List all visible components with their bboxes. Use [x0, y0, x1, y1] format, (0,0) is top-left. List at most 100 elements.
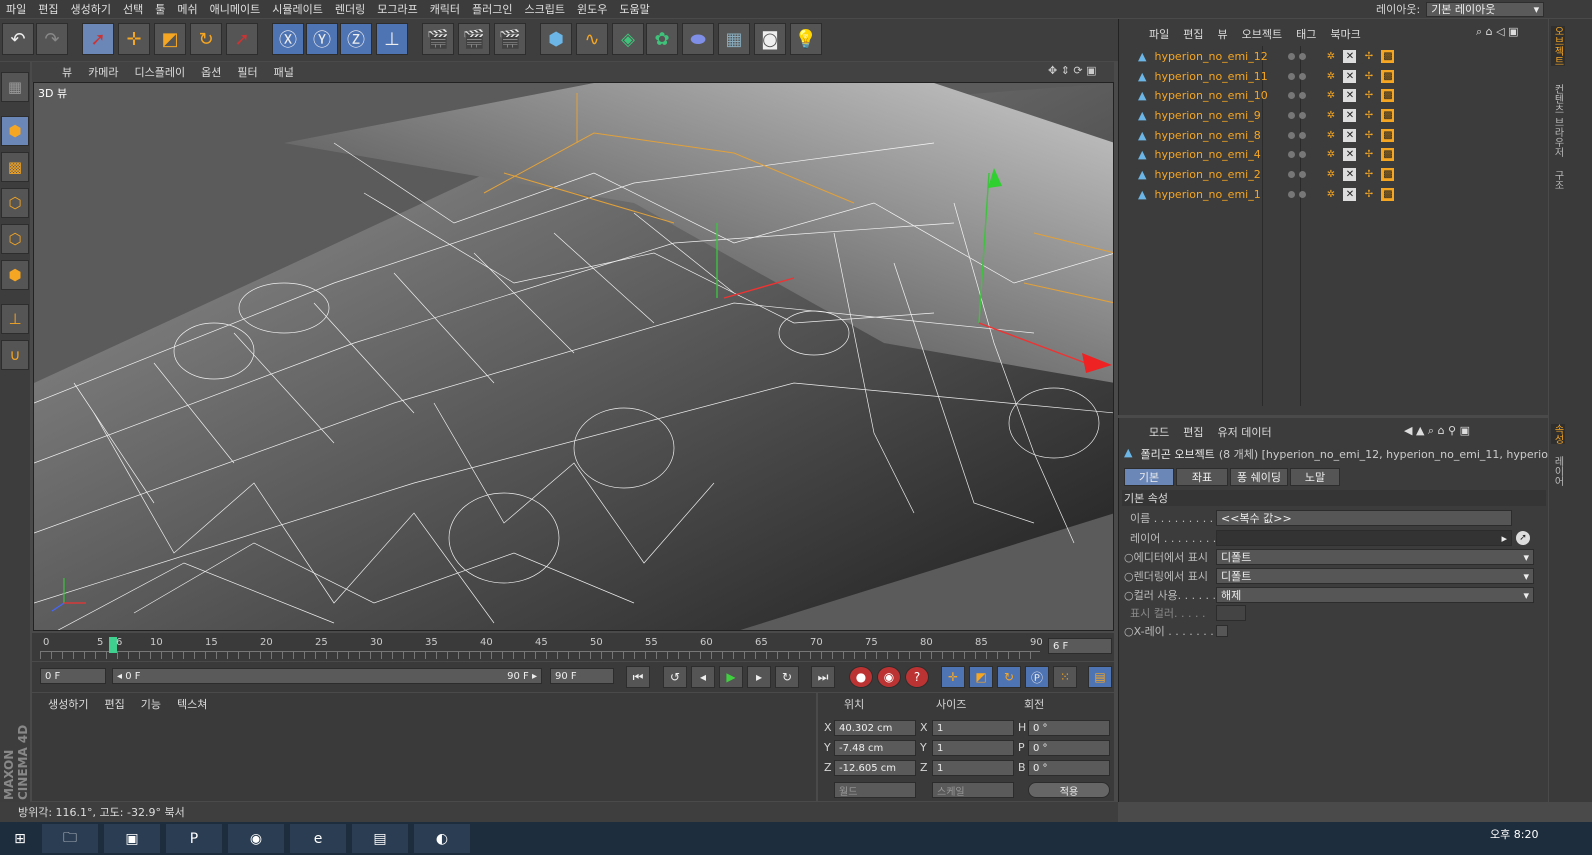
scale-tool-button[interactable]: ◩	[154, 23, 186, 55]
key-pla-button[interactable]: ⁙	[1053, 666, 1077, 688]
object-menu-file[interactable]: 파일	[1142, 26, 1176, 42]
visibility-dot[interactable]	[1288, 112, 1296, 119]
recent-tool-button[interactable]: ➚	[226, 23, 258, 55]
texture-tag-icon[interactable]: ▩	[1381, 70, 1395, 83]
menu-mograph[interactable]: 모그라프	[371, 1, 423, 17]
object-row[interactable]: ▲ hyperion_no_emi_1 ✲ ✕ ✢ ▩	[1124, 185, 1544, 204]
timeline-window-button[interactable]: ▤	[1088, 666, 1112, 688]
next-frame-button[interactable]: ▸	[747, 666, 771, 688]
material-tag-icon[interactable]: ✕	[1343, 188, 1357, 201]
texture-mode-button[interactable]: ▩	[1, 152, 29, 182]
render-picture-viewer-button[interactable]: 🎬	[458, 23, 490, 55]
visibility-dot[interactable]	[1288, 92, 1296, 99]
key-rotation-button[interactable]: ↻	[997, 666, 1021, 688]
display-color-swatch[interactable]	[1216, 605, 1246, 621]
editor-visibility-dropdown[interactable]: 디폴트 ▾	[1216, 549, 1534, 565]
key-position-button[interactable]: ✛	[941, 666, 965, 688]
tab-normal[interactable]: 노말	[1290, 468, 1340, 486]
phong-tag-icon[interactable]: ✲	[1324, 148, 1337, 161]
material-menu-function[interactable]: 기능	[133, 696, 169, 712]
make-editable-button[interactable]: ▦	[1, 72, 29, 102]
taskbar-app-icon[interactable]: ◉	[228, 824, 284, 853]
material-tag-icon[interactable]: ✕	[1343, 89, 1357, 102]
viewport-menu-display[interactable]: 디스플레이	[127, 64, 194, 80]
taskbar-app-icon[interactable]: 🗀	[42, 824, 98, 853]
texture-tag-icon[interactable]: ▩	[1381, 168, 1395, 181]
texture-tag-icon[interactable]: ▩	[1381, 89, 1395, 102]
object-manager-icons[interactable]: ⌕ ⌂ ◁ ▣	[1476, 25, 1519, 39]
uvw-tag-icon[interactable]: ✢	[1362, 168, 1375, 181]
menu-render[interactable]: 렌더링	[329, 1, 371, 17]
attribute-menu-mode[interactable]: 모드	[1142, 424, 1176, 440]
x-axis-lock-button[interactable]: Ⓧ	[272, 23, 304, 55]
current-frame-field[interactable]: 6 F	[1048, 638, 1112, 654]
auto-key-button[interactable]: ◉	[877, 666, 901, 688]
object-row[interactable]: ▲ hyperion_no_emi_2 ✲ ✕ ✢ ▩	[1124, 165, 1544, 184]
material-tag-icon[interactable]: ✕	[1343, 50, 1357, 63]
end-frame-field[interactable]: 90 F	[550, 668, 614, 684]
viewport-nav-icons[interactable]: ✥ ⇕ ⟳ ▣	[1048, 64, 1097, 77]
move-tool-button[interactable]: ✛	[118, 23, 150, 55]
render-dot[interactable]	[1299, 132, 1307, 139]
next-key-button[interactable]: ↻	[775, 666, 799, 688]
visibility-dot[interactable]	[1288, 191, 1296, 198]
phong-tag-icon[interactable]: ✲	[1324, 109, 1337, 122]
texture-tag-icon[interactable]: ▩	[1381, 188, 1395, 201]
menu-select[interactable]: 선택	[117, 1, 149, 17]
visibility-dot[interactable]	[1288, 171, 1296, 178]
object-row[interactable]: ▲ hyperion_no_emi_10 ✲ ✕ ✢ ▩	[1124, 86, 1544, 105]
side-tab-objects[interactable]: 오브젝트	[1551, 26, 1565, 66]
render-visibility-dropdown[interactable]: 디폴트 ▾	[1216, 568, 1534, 584]
texture-tag-icon[interactable]: ▩	[1381, 148, 1395, 161]
clock[interactable]: 오후 8:20	[1490, 826, 1538, 842]
viewport-menu-camera[interactable]: 카메라	[80, 64, 126, 80]
object-menu-view[interactable]: 뷰	[1211, 26, 1235, 42]
taskbar-app-icon[interactable]: ▤	[352, 824, 408, 853]
object-menu-tags[interactable]: 태그	[1289, 26, 1323, 42]
taskbar-app-icon[interactable]: P	[166, 824, 222, 853]
uvw-tag-icon[interactable]: ✢	[1362, 50, 1375, 63]
cube-object-button[interactable]: ⬢	[540, 23, 572, 55]
windows-start-icon[interactable]: ⊞	[0, 824, 40, 853]
floor-button[interactable]: ▦	[718, 23, 750, 55]
menu-window[interactable]: 윈도우	[571, 1, 613, 17]
go-to-start-button[interactable]: ⏮	[626, 666, 650, 688]
material-menu-create[interactable]: 생성하기	[40, 696, 96, 712]
key-parameter-button[interactable]: Ⓟ	[1025, 666, 1049, 688]
deformer-button[interactable]: ⬬	[682, 23, 714, 55]
polygons-mode-button[interactable]: ⬢	[1, 260, 29, 290]
render-dot[interactable]	[1299, 112, 1307, 119]
keyframe-selection-button[interactable]: ?	[905, 666, 929, 688]
menu-character[interactable]: 캐릭터	[424, 1, 466, 17]
phong-tag-icon[interactable]: ✲	[1324, 129, 1337, 142]
render-dot[interactable]	[1299, 53, 1307, 60]
material-tag-icon[interactable]: ✕	[1343, 70, 1357, 83]
prev-key-button[interactable]: ↺	[663, 666, 687, 688]
taskbar-app-icon[interactable]: ▣	[104, 824, 160, 853]
spline-button[interactable]: ∿	[576, 23, 608, 55]
visibility-dot[interactable]	[1288, 132, 1296, 139]
rotate-tool-button[interactable]: ↻	[190, 23, 222, 55]
side-tab-structure[interactable]: 구조	[1551, 170, 1565, 190]
material-menu-edit[interactable]: 편집	[96, 696, 132, 712]
prev-frame-button[interactable]: ◂	[691, 666, 715, 688]
size-y-field[interactable]: 1	[932, 740, 1014, 756]
size-x-field[interactable]: 1	[932, 720, 1014, 736]
visibility-dot[interactable]	[1288, 53, 1296, 60]
axis-mode-button[interactable]: ⊥	[1, 304, 29, 334]
material-menu-texture[interactable]: 텍스쳐	[169, 696, 215, 712]
menu-edit[interactable]: 편집	[32, 1, 64, 17]
render-dot[interactable]	[1299, 73, 1307, 80]
name-field[interactable]: <<복수 값>>	[1216, 510, 1512, 526]
render-dot[interactable]	[1299, 171, 1307, 178]
xray-checkbox[interactable]	[1216, 625, 1228, 637]
rotation-p-field[interactable]: 0 °	[1028, 740, 1110, 756]
start-frame-field[interactable]: 0 F	[40, 668, 106, 684]
menu-tools[interactable]: 툴	[149, 1, 171, 17]
menu-script[interactable]: 스크립트	[519, 1, 571, 17]
coordinate-system-button[interactable]: ⊥	[376, 23, 408, 55]
object-row[interactable]: ▲ hyperion_no_emi_4 ✲ ✕ ✢ ▩	[1124, 145, 1544, 164]
viewport-menu-options[interactable]: 옵션	[193, 64, 229, 80]
tab-coords[interactable]: 좌표	[1176, 468, 1228, 486]
use-color-dropdown[interactable]: 해제 ▾	[1216, 587, 1534, 603]
